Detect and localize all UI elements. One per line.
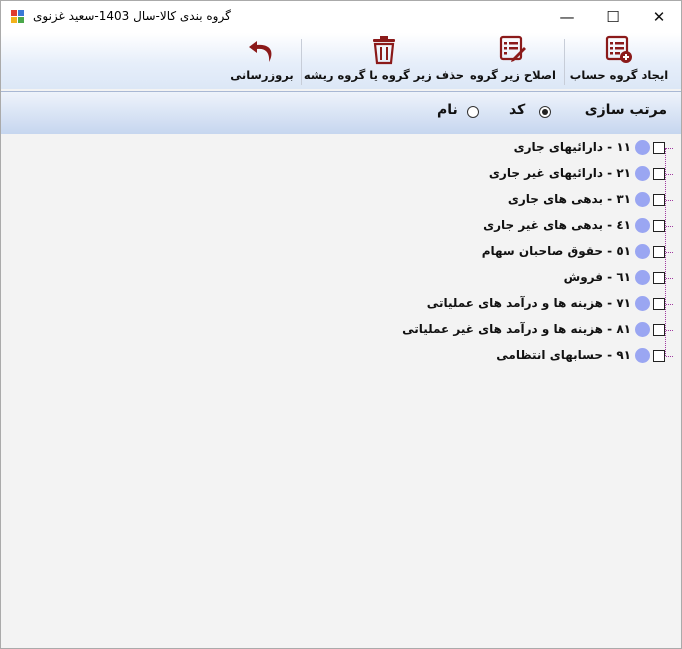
list-add-icon bbox=[605, 35, 632, 63]
maximize-button[interactable]: ☐ bbox=[590, 1, 636, 33]
group-node-icon bbox=[635, 244, 650, 259]
create-group-button[interactable]: ایجاد گروه حساب bbox=[569, 35, 669, 87]
sort-by-name-label[interactable]: نام bbox=[437, 102, 458, 118]
group-node-icon bbox=[635, 322, 650, 337]
tree-node-checkbox[interactable] bbox=[653, 168, 665, 180]
refresh-label: بروزرسانی bbox=[230, 68, 294, 82]
tree-node[interactable]: ٥١ - حقوق صاحبان سهام bbox=[17, 242, 677, 262]
list-edit-icon bbox=[499, 35, 526, 62]
close-icon: ✕ bbox=[652, 8, 666, 26]
sort-by-name-radio[interactable] bbox=[467, 106, 479, 118]
tree-node-checkbox[interactable] bbox=[653, 194, 665, 206]
tree-node[interactable]: ٩١ - حسابهای انتظامی bbox=[17, 346, 677, 366]
group-node-icon bbox=[635, 218, 650, 233]
tree-node-label[interactable]: ٨١ - هزینه ها و درآمد های غیر عملیاتی bbox=[402, 322, 631, 336]
group-tree[interactable]: ١١ - دارائیهای جاری ٢١ - دارائیهای غیر ج… bbox=[1, 134, 681, 648]
tree-node[interactable]: ٤١ - بدهی های غیر جاری bbox=[17, 216, 677, 236]
undo-arrow-icon bbox=[249, 41, 272, 62]
tree-node-checkbox[interactable] bbox=[653, 246, 665, 258]
tree-node-checkbox[interactable] bbox=[653, 350, 665, 362]
tree-node-label[interactable]: ٩١ - حسابهای انتظامی bbox=[496, 348, 631, 362]
group-node-icon bbox=[635, 296, 650, 311]
tree-node-label[interactable]: ٥١ - حقوق صاحبان سهام bbox=[482, 244, 631, 258]
tree-node[interactable]: ٧١ - هزینه ها و درآمد های عملیاتی bbox=[17, 294, 677, 314]
refresh-button[interactable]: بروزرسانی bbox=[229, 35, 295, 87]
app-icon bbox=[11, 10, 24, 23]
window-title: گروه بندی کالا-سال 1403-سعید غزنوی bbox=[33, 9, 231, 23]
tree-node-checkbox[interactable] bbox=[653, 298, 665, 310]
sort-label: مرتب سازی bbox=[584, 102, 667, 118]
tree-node[interactable]: ٣١ - بدهی های جاری bbox=[17, 190, 677, 210]
edit-subgroup-label: اصلاح زیر گروه bbox=[470, 68, 556, 82]
group-node-icon bbox=[635, 140, 650, 155]
create-group-label: ایجاد گروه حساب bbox=[569, 68, 669, 82]
group-node-icon bbox=[635, 270, 650, 285]
sort-by-code-radio[interactable] bbox=[539, 106, 551, 118]
toolbar-separator bbox=[301, 39, 302, 85]
toolbar-separator bbox=[564, 39, 565, 85]
tree-node-label[interactable]: ٢١ - دارائیهای غیر جاری bbox=[489, 166, 631, 180]
app-window: گروه بندی کالا-سال 1403-سعید غزنوی — ☐ ✕… bbox=[0, 0, 682, 649]
group-node-icon bbox=[635, 348, 650, 363]
tree-node-label[interactable]: ٧١ - هزینه ها و درآمد های عملیاتی bbox=[427, 296, 631, 310]
maximize-icon: ☐ bbox=[606, 8, 620, 26]
delete-group-button[interactable]: حذف زیر گروه یا گروه ریشه bbox=[304, 35, 464, 87]
tree-node-checkbox[interactable] bbox=[653, 220, 665, 232]
tree-node-checkbox[interactable] bbox=[653, 142, 665, 154]
delete-group-label: حذف زیر گروه یا گروه ریشه bbox=[303, 68, 465, 82]
trash-icon bbox=[373, 36, 395, 65]
tree-node[interactable]: ٢١ - دارائیهای غیر جاری bbox=[17, 164, 677, 184]
toolbar: ایجاد گروه حساب اصلاح زیر گروه حذف زیر گ… bbox=[1, 33, 681, 89]
sort-bar: مرتب سازی کد نام bbox=[1, 91, 681, 135]
tree-node-checkbox[interactable] bbox=[653, 272, 665, 284]
minimize-icon: — bbox=[559, 8, 575, 26]
tree-node[interactable]: ٦١ - فروش bbox=[17, 268, 677, 288]
tree-node[interactable]: ٨١ - هزینه ها و درآمد های غیر عملیاتی bbox=[17, 320, 677, 340]
title-bar[interactable]: گروه بندی کالا-سال 1403-سعید غزنوی — ☐ ✕ bbox=[1, 1, 681, 33]
minimize-button[interactable]: — bbox=[544, 1, 590, 33]
tree-node-label[interactable]: ٦١ - فروش bbox=[564, 270, 631, 284]
tree-node-checkbox[interactable] bbox=[653, 324, 665, 336]
tree-node[interactable]: ١١ - دارائیهای جاری bbox=[17, 138, 677, 158]
close-button[interactable]: ✕ bbox=[636, 1, 681, 33]
group-node-icon bbox=[635, 192, 650, 207]
tree-node-label[interactable]: ٣١ - بدهی های جاری bbox=[508, 192, 631, 206]
sort-by-code-label[interactable]: کد bbox=[509, 102, 525, 118]
tree-node-label[interactable]: ١١ - دارائیهای جاری bbox=[514, 140, 631, 154]
group-node-icon bbox=[635, 166, 650, 181]
tree-node-label[interactable]: ٤١ - بدهی های غیر جاری bbox=[483, 218, 631, 232]
edit-subgroup-button[interactable]: اصلاح زیر گروه bbox=[468, 35, 558, 87]
